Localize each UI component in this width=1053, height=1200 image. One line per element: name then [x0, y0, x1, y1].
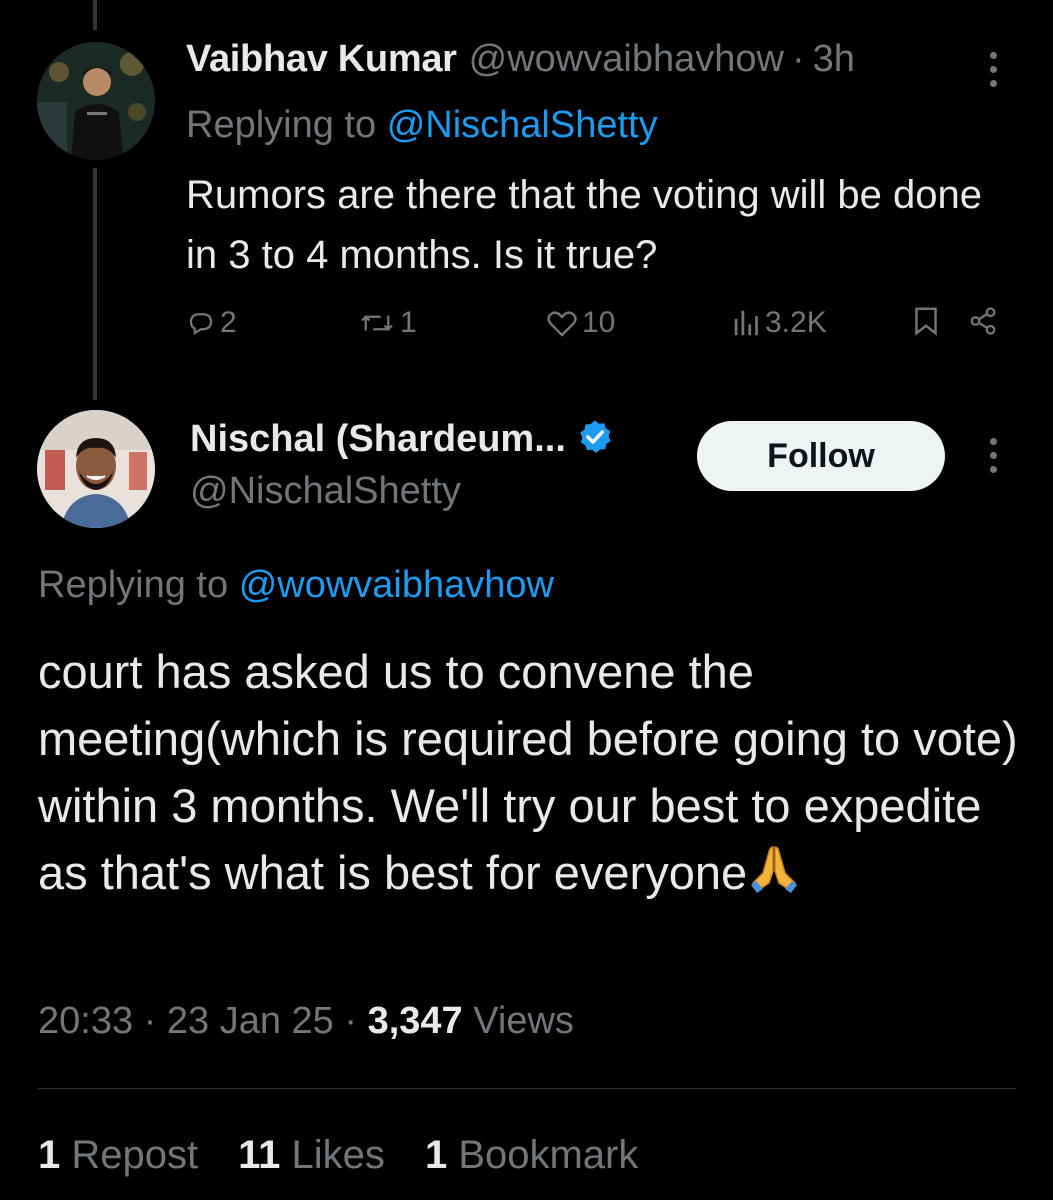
parent-separator: · — [791, 38, 805, 80]
share-icon — [968, 306, 998, 336]
follow-button[interactable]: Follow — [697, 421, 945, 491]
reply-replying-mention[interactable]: @wowvaibhavhow — [239, 564, 554, 606]
repost-action[interactable]: 1 — [358, 306, 417, 340]
reply-more-icon[interactable] — [986, 438, 1000, 473]
parent-time[interactable]: 3h — [813, 38, 855, 81]
parent-author-name[interactable]: Vaibhav Kumar — [186, 38, 457, 81]
meta-separator-2: · — [344, 1000, 358, 1042]
parent-replying-mention[interactable]: @NischalShetty — [387, 104, 658, 146]
reply-replying-prefix: Replying to — [38, 564, 229, 606]
bookmark-stat-label: Bookmark — [458, 1133, 639, 1177]
views-count: 3.2K — [765, 306, 827, 339]
folded-hands-emoji — [749, 843, 799, 912]
like-action[interactable]: 10 — [546, 306, 615, 340]
bookmark-action[interactable] — [913, 306, 939, 336]
like-count: 10 — [582, 306, 616, 339]
reply-count: 2 — [220, 306, 237, 339]
reply-tweet-text: court has asked us to convene the meetin… — [38, 638, 1028, 912]
repost-stat-count: 1 — [38, 1133, 61, 1177]
views-action[interactable]: 3.2K — [733, 306, 827, 340]
parent-more-icon[interactable] — [986, 52, 1000, 87]
views-icon — [733, 308, 761, 338]
bookmark-icon — [913, 306, 939, 336]
like-stat[interactable]: 11 Likes — [238, 1133, 385, 1178]
reply-author-name[interactable]: Nischal (Shardeum... — [190, 418, 566, 461]
parent-action-bar: 2 1 10 3.2K — [186, 306, 1006, 346]
tweet-time[interactable]: 20:33 — [38, 1000, 133, 1042]
reply-replying-line: Replying to @wowvaibhavhow — [38, 564, 554, 607]
reply-icon — [186, 308, 216, 338]
repost-count: 1 — [400, 306, 417, 339]
parent-avatar[interactable] — [37, 42, 155, 160]
engagement-stats: 1 Repost 11 Likes 1 Bookmark — [38, 1133, 638, 1178]
like-stat-count: 11 — [238, 1133, 281, 1177]
thread-line-top — [93, 0, 97, 30]
reply-avatar[interactable] — [37, 410, 155, 528]
repost-icon — [358, 308, 396, 338]
verified-icon — [576, 418, 614, 461]
divider — [38, 1088, 1016, 1089]
parent-replying-line: Replying to @NischalShetty — [186, 104, 658, 147]
parent-replying-prefix: Replying to — [186, 104, 377, 146]
tweet-meta: 20:33 · 23 Jan 25 · 3,347 Views — [38, 1000, 574, 1043]
like-icon — [546, 308, 578, 338]
reply-name-row: Nischal (Shardeum... — [190, 418, 614, 461]
parent-header: Vaibhav Kumar @wowvaibhavhow · 3h — [186, 38, 855, 88]
reply-author-handle[interactable]: @NischalShetty — [190, 470, 461, 513]
parent-tweet-text: Rumors are there that the voting will be… — [186, 173, 982, 277]
reply-action[interactable]: 2 — [186, 306, 237, 340]
views-label: Views — [473, 1000, 574, 1042]
reply-text-content: court has asked us to convene the meetin… — [38, 645, 1018, 899]
thread-line — [93, 168, 97, 400]
like-stat-label: Likes — [291, 1133, 385, 1177]
view-count: 3,347 — [367, 1000, 463, 1042]
bookmark-stat-count: 1 — [424, 1133, 448, 1177]
parent-author-handle[interactable]: @wowvaibhavhow — [469, 38, 784, 81]
repost-stat-label: Repost — [71, 1133, 199, 1177]
bookmark-stat[interactable]: 1 Bookmark — [425, 1133, 638, 1178]
meta-separator-1: · — [143, 1000, 157, 1042]
repost-stat[interactable]: 1 Repost — [38, 1133, 198, 1178]
tweet-date[interactable]: 23 Jan 25 — [167, 1000, 334, 1042]
share-action[interactable] — [968, 306, 998, 336]
